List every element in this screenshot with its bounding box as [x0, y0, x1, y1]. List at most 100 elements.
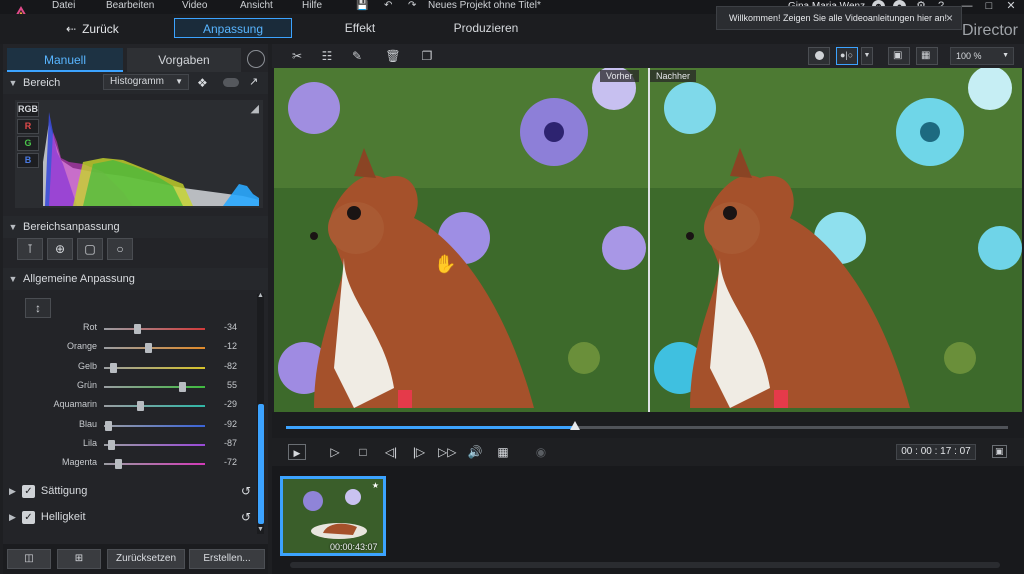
view-dropdown-chevron-icon[interactable]: ▼	[861, 47, 873, 65]
redo-icon[interactable]: ↷	[408, 0, 416, 12]
scroll-down-icon[interactable]: ▼	[257, 526, 264, 533]
next-frame-icon[interactable]: |▷	[410, 444, 428, 460]
circle-tool-icon[interactable]: ○	[107, 238, 133, 260]
compare-button[interactable]: ◫	[7, 549, 51, 569]
aspect-ratio-icon[interactable]: ▣	[992, 445, 1007, 458]
volume-icon[interactable]: 🔊	[466, 444, 484, 460]
slider-value[interactable]: -29	[211, 399, 237, 409]
slider-value[interactable]: -82	[211, 361, 237, 371]
external-window-icon[interactable]: ↗	[249, 75, 258, 88]
preview-mode-icon[interactable]: ▶	[288, 444, 306, 460]
reset-button[interactable]: Zurücksetzen	[107, 549, 185, 569]
history-icon[interactable]	[247, 50, 265, 68]
maximize-icon[interactable]: □	[982, 0, 996, 12]
welcome-toast[interactable]: Willkommen! Zeigen Sie alle Videoanleitu…	[716, 6, 962, 30]
menu-help[interactable]: Hilfe	[302, 0, 322, 12]
slider-value[interactable]: -72	[211, 457, 237, 467]
scissors-icon[interactable]: ✂	[288, 48, 306, 64]
trash-icon[interactable]: 🗑	[384, 48, 402, 64]
curve-tool-icon[interactable]: ⊺	[17, 238, 43, 260]
panel-scrollbar[interactable]: ▲ ▼	[257, 292, 264, 534]
channel-r-button[interactable]: R	[17, 119, 39, 134]
menu-view[interactable]: Ansicht	[240, 0, 273, 12]
slider-track[interactable]	[104, 443, 205, 446]
close-window-icon[interactable]: ✕	[1004, 0, 1018, 12]
undo-icon[interactable]: ↶	[384, 0, 392, 12]
slider-handle[interactable]	[107, 439, 115, 450]
channel-g-button[interactable]: G	[17, 136, 39, 151]
slider-handle[interactable]	[115, 459, 123, 470]
tab-manuell[interactable]: Manuell	[7, 48, 123, 72]
rectangle-tool-icon[interactable]: ▢	[77, 238, 103, 260]
split-clip-icon[interactable]: ☷	[318, 48, 336, 64]
slider-handle[interactable]	[179, 381, 187, 392]
library-scrollbar[interactable]	[290, 562, 1000, 568]
section-allgemeine-anpassung[interactable]: ▼ Allgemeine Anpassung	[3, 268, 268, 290]
slider-track[interactable]	[104, 366, 205, 369]
toast-close-icon[interactable]: ×	[946, 11, 953, 25]
reset-icon[interactable]: ↺	[241, 510, 251, 524]
subsection-helligkeit[interactable]: ▶ ✓ Helligkeit ↺	[9, 506, 257, 528]
slider-track[interactable]	[104, 385, 205, 388]
playhead-icon[interactable]	[569, 421, 580, 430]
expand-icon[interactable]: ◢	[251, 102, 259, 115]
slider-value[interactable]: -12	[211, 341, 237, 351]
checkbox-helligkeit[interactable]: ✓	[21, 510, 35, 524]
slider-value[interactable]: -87	[211, 438, 237, 448]
scroll-up-icon[interactable]: ▲	[257, 292, 264, 299]
slider-handle[interactable]	[136, 401, 144, 412]
split-view-button[interactable]: ●|○	[836, 47, 858, 65]
record-icon[interactable]: ◉	[532, 444, 550, 460]
crosshair-tool-icon[interactable]: ⊕	[47, 238, 73, 260]
play-icon[interactable]: ▷	[326, 444, 344, 460]
zoom-select[interactable]: 100 % ▼	[950, 47, 1014, 65]
color-wheel-icon[interactable]: ❖	[197, 76, 208, 90]
slider-track[interactable]	[104, 405, 205, 408]
edit-pencil-icon[interactable]: ✎	[348, 48, 366, 64]
scope-dropdown[interactable]: Histogramm ▼	[103, 74, 189, 90]
reset-icon[interactable]: ↺	[241, 484, 251, 498]
slider-handle[interactable]	[110, 362, 118, 373]
slider-handle[interactable]	[145, 343, 153, 354]
tab-anpassung[interactable]: Anpassung	[174, 18, 292, 38]
channel-b-button[interactable]: B	[17, 153, 39, 168]
photo-view-button[interactable]: ▣	[888, 47, 910, 65]
menu-video[interactable]: Video	[182, 0, 207, 12]
checkbox-saettigung[interactable]: ✓	[21, 484, 35, 498]
single-view-button[interactable]	[808, 47, 830, 65]
fullscreen-view-button[interactable]: ▦	[916, 47, 938, 65]
create-button[interactable]: Erstellen...	[189, 549, 265, 569]
tab-effekt[interactable]: Effekt	[318, 18, 402, 38]
slider-value[interactable]: 55	[211, 380, 237, 390]
minimize-icon[interactable]: —	[960, 0, 974, 12]
slider-track[interactable]	[104, 347, 205, 350]
snapshot-grid-icon[interactable]: ▦	[494, 444, 512, 460]
crop-icon[interactable]: ❐	[418, 48, 436, 64]
slider-track[interactable]	[104, 424, 205, 427]
section-bereich[interactable]: ▼ Bereich Histogramm ▼ ❖ ↗	[3, 72, 268, 94]
save-icon[interactable]: 💾	[356, 0, 368, 12]
timecode-display[interactable]: 00 : 00 : 17 : 07	[896, 444, 976, 460]
previous-frame-icon[interactable]: ◁|	[382, 444, 400, 460]
tab-vorgaben[interactable]: Vorgaben	[127, 48, 241, 72]
back-button[interactable]: ⇠ Zurück	[66, 20, 119, 38]
menu-file[interactable]: Datei	[52, 0, 75, 12]
menu-edit[interactable]: Bearbeiten	[106, 0, 154, 12]
scrollbar-thumb[interactable]	[258, 404, 264, 524]
add-keyframe-button[interactable]: ⊞	[57, 549, 101, 569]
preview-viewer[interactable]: Vorher Nachher ✋	[274, 68, 1022, 412]
channel-rgb-button[interactable]: RGB	[17, 102, 39, 117]
slider-track[interactable]	[104, 328, 205, 330]
slider-value[interactable]: -92	[211, 419, 237, 429]
stop-icon[interactable]: □	[354, 444, 372, 460]
slider-handle[interactable]	[134, 324, 142, 334]
section-bereichsanpassung[interactable]: ▼ Bereichsanpassung	[3, 216, 268, 238]
split-handle-icon[interactable]: ↕	[25, 298, 51, 318]
tab-produzieren[interactable]: Produzieren	[440, 18, 532, 38]
subsection-saettigung[interactable]: ▶ ✓ Sättigung ↺	[9, 480, 257, 502]
timeline-scrubber[interactable]	[272, 412, 1024, 438]
toggle-switch[interactable]	[223, 78, 239, 87]
slider-handle[interactable]	[105, 420, 113, 431]
slider-value[interactable]: -34	[211, 322, 237, 332]
fast-forward-icon[interactable]: ▷▷	[438, 444, 456, 460]
